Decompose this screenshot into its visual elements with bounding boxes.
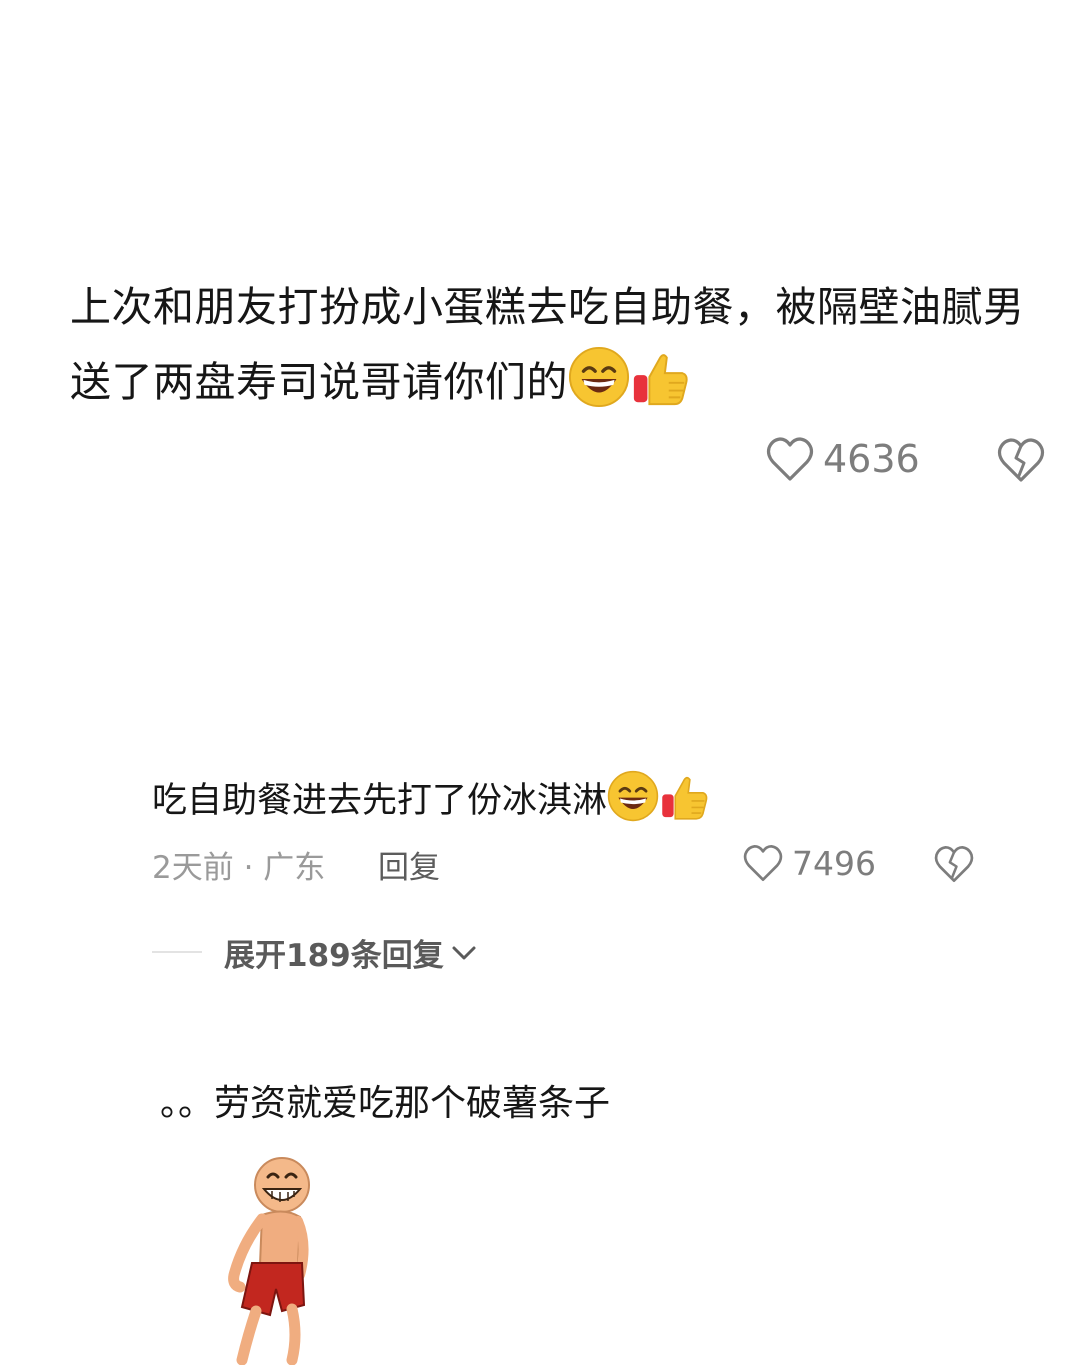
grinning-face-icon [568, 346, 630, 408]
comment-2-body: 吃自助餐进去先打了份冰淇淋 [152, 781, 608, 821]
comment-1-body: 上次和朋友打扮成小蛋糕去吃自助餐，被隔壁油腻男送了两盘寿司说哥请你们的 [70, 283, 1025, 406]
dancing-man-sticker-icon [228, 1157, 310, 1365]
comment-1-like-button[interactable]: 4636 [765, 435, 920, 483]
thumbs-up-icon [662, 776, 708, 820]
comment-2-like-count: 7496 [792, 843, 876, 883]
comment-1-like-count: 4636 [823, 437, 920, 481]
broken-heart-icon[interactable] [996, 436, 1046, 484]
chevron-down-icon [452, 946, 476, 959]
comment-3-text: 。。劳资就爱吃那个破薯条子 [160, 1083, 611, 1124]
grinning-face-icon [607, 770, 659, 822]
heart-outline-icon [766, 437, 814, 481]
expand-replies-label: 展开189条回复 [224, 938, 444, 974]
thumbs-up-icon [633, 354, 688, 406]
comment-2-like-button[interactable]: 7496 [742, 843, 876, 883]
comment-1-text: 上次和朋友打扮成小蛋糕去吃自助餐，被隔壁油腻男送了两盘寿司说哥请你们的 [70, 270, 1030, 420]
comment-2-text: 吃自助餐进去先打了份冰淇淋 [152, 770, 711, 832]
reply-button[interactable]: 回复 [378, 842, 440, 887]
expand-replies-button[interactable]: 展开189条回复 [224, 930, 478, 975]
heart-outline-icon [743, 845, 783, 881]
broken-heart-icon[interactable] [933, 844, 975, 884]
comment-2-meta: 2天前 · 广东 [152, 850, 326, 886]
expand-divider [152, 951, 202, 953]
